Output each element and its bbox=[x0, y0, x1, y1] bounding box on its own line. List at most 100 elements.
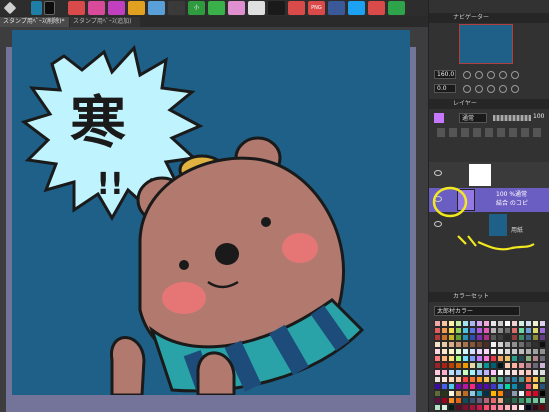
palette-swatch[interactable] bbox=[539, 327, 546, 334]
palette-swatch[interactable] bbox=[476, 334, 483, 341]
palette-swatch[interactable] bbox=[476, 404, 483, 411]
palette-swatch[interactable] bbox=[511, 341, 518, 348]
palette-swatch[interactable] bbox=[504, 376, 511, 383]
reset-rotation-icon[interactable] bbox=[487, 85, 495, 93]
palette-swatch[interactable] bbox=[434, 362, 441, 369]
palette-swatch[interactable] bbox=[497, 327, 504, 334]
palette-swatch[interactable] bbox=[476, 355, 483, 362]
palette-swatch[interactable] bbox=[518, 320, 525, 327]
palette-swatch[interactable] bbox=[490, 355, 497, 362]
palette-swatch[interactable] bbox=[525, 320, 532, 327]
actual-size-icon[interactable] bbox=[499, 71, 507, 79]
palette-swatch[interactable] bbox=[539, 397, 546, 404]
palette-swatch[interactable] bbox=[511, 334, 518, 341]
tab-document[interactable]: スタンプ用ﾍﾞｰｽ(追加) bbox=[70, 17, 140, 27]
palette-swatch[interactable] bbox=[525, 376, 532, 383]
palette-swatch[interactable] bbox=[483, 341, 490, 348]
palette-swatch[interactable] bbox=[483, 348, 490, 355]
palette-swatch[interactable] bbox=[504, 397, 511, 404]
color-set-header[interactable]: カラーセット bbox=[429, 292, 549, 302]
palette-swatch[interactable] bbox=[441, 355, 448, 362]
palette-swatch[interactable] bbox=[539, 404, 546, 411]
palette-swatch[interactable] bbox=[490, 390, 497, 397]
rotate-right-icon[interactable] bbox=[475, 85, 483, 93]
palette-select[interactable]: 太郎村カラー bbox=[434, 306, 520, 316]
palette-swatch[interactable] bbox=[448, 397, 455, 404]
tab-active-document[interactable]: スタンプ用ﾍﾞｰｽ(削除)* bbox=[0, 17, 69, 27]
palette-swatch[interactable] bbox=[483, 334, 490, 341]
palette-swatch[interactable] bbox=[511, 369, 518, 376]
palette-swatch[interactable] bbox=[511, 383, 518, 390]
palette-swatch[interactable] bbox=[441, 390, 448, 397]
palette-swatch[interactable] bbox=[539, 334, 546, 341]
palette-swatch[interactable] bbox=[490, 334, 497, 341]
palette-swatch[interactable] bbox=[448, 320, 455, 327]
palette-swatch[interactable] bbox=[469, 383, 476, 390]
palette-swatch[interactable] bbox=[462, 383, 469, 390]
palette-swatch[interactable] bbox=[511, 397, 518, 404]
palette-swatch[interactable] bbox=[462, 397, 469, 404]
opacity-value[interactable]: 100 bbox=[533, 113, 544, 120]
palette-swatch[interactable] bbox=[455, 348, 462, 355]
palette-swatch[interactable] bbox=[434, 341, 441, 348]
palette-swatch[interactable] bbox=[525, 348, 532, 355]
layer-visibility-eye-icon[interactable] bbox=[434, 196, 442, 202]
palette-swatch[interactable] bbox=[455, 341, 462, 348]
quick-action-button[interactable] bbox=[168, 1, 185, 15]
layer-tool-icon[interactable] bbox=[437, 128, 445, 137]
palette-swatch[interactable] bbox=[539, 369, 546, 376]
layer-tool-icon[interactable] bbox=[473, 128, 481, 137]
palette-swatch[interactable] bbox=[511, 327, 518, 334]
palette-swatch[interactable] bbox=[497, 341, 504, 348]
palette-swatch[interactable] bbox=[504, 369, 511, 376]
palette-swatch[interactable] bbox=[497, 362, 504, 369]
palette-swatch[interactable] bbox=[455, 327, 462, 334]
palette-swatch[interactable] bbox=[462, 404, 469, 411]
quick-action-button[interactable] bbox=[208, 1, 225, 15]
palette-swatch[interactable] bbox=[434, 390, 441, 397]
palette-swatch[interactable] bbox=[518, 327, 525, 334]
palette-swatch[interactable] bbox=[483, 320, 490, 327]
palette-swatch[interactable] bbox=[504, 320, 511, 327]
palette-swatch[interactable] bbox=[441, 369, 448, 376]
layer-tool-icon[interactable] bbox=[497, 128, 505, 137]
palette-swatch[interactable] bbox=[441, 327, 448, 334]
palette-swatch[interactable] bbox=[497, 383, 504, 390]
palette-swatch[interactable] bbox=[441, 348, 448, 355]
zoom-out-icon[interactable] bbox=[463, 71, 471, 79]
tool-diamond-icon[interactable] bbox=[3, 1, 17, 15]
palette-swatch[interactable] bbox=[455, 376, 462, 383]
palette-swatch[interactable] bbox=[434, 348, 441, 355]
palette-swatch[interactable] bbox=[476, 320, 483, 327]
quick-action-button[interactable] bbox=[148, 1, 165, 15]
palette-swatch[interactable] bbox=[532, 383, 539, 390]
palette-swatch[interactable] bbox=[518, 348, 525, 355]
palette-swatch[interactable] bbox=[476, 390, 483, 397]
palette-swatch[interactable] bbox=[490, 383, 497, 390]
quick-action-button[interactable] bbox=[88, 1, 105, 15]
palette-swatch[interactable] bbox=[525, 369, 532, 376]
quick-action-button[interactable]: 小 bbox=[188, 1, 205, 15]
palette-swatch[interactable] bbox=[504, 334, 511, 341]
palette-swatch[interactable] bbox=[504, 327, 511, 334]
palette-swatch[interactable] bbox=[476, 397, 483, 404]
fit-view-icon[interactable] bbox=[487, 71, 495, 79]
layer-row[interactable] bbox=[429, 162, 549, 188]
palette-swatch[interactable] bbox=[532, 334, 539, 341]
palette-swatch[interactable] bbox=[504, 383, 511, 390]
quick-action-button[interactable]: PNG bbox=[308, 1, 325, 15]
palette-swatch[interactable] bbox=[532, 320, 539, 327]
palette-swatch[interactable] bbox=[483, 397, 490, 404]
palette-swatch[interactable] bbox=[497, 348, 504, 355]
layer-row-selected[interactable]: 100 %通常 結合 のコピ bbox=[429, 188, 549, 212]
palette-swatch[interactable] bbox=[434, 327, 441, 334]
palette-swatch[interactable] bbox=[476, 327, 483, 334]
layer-panel-header[interactable]: レイヤー bbox=[429, 99, 549, 109]
palette-swatch[interactable] bbox=[434, 397, 441, 404]
layer-row[interactable]: 用紙 bbox=[429, 213, 549, 237]
palette-swatch[interactable] bbox=[497, 355, 504, 362]
quick-action-button[interactable] bbox=[108, 1, 125, 15]
palette-swatch[interactable] bbox=[525, 362, 532, 369]
opacity-slider[interactable] bbox=[493, 115, 531, 121]
quick-action-button[interactable] bbox=[288, 1, 305, 15]
